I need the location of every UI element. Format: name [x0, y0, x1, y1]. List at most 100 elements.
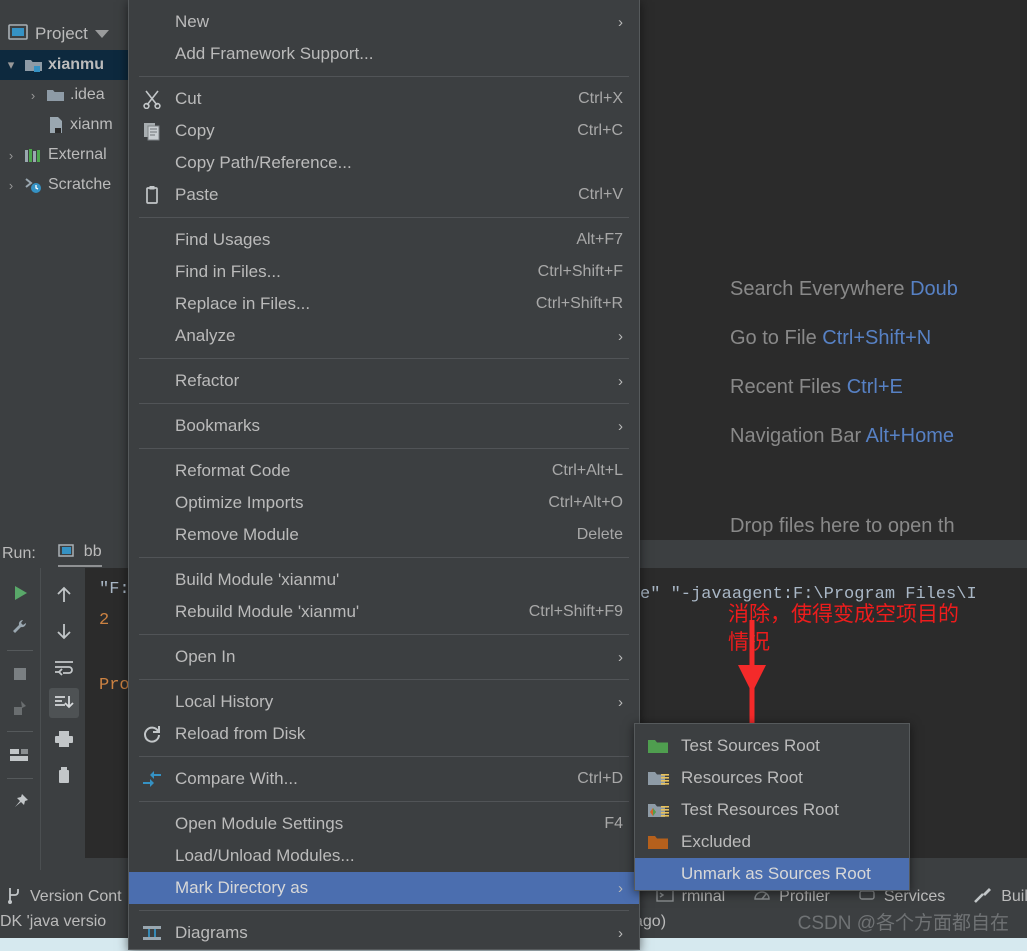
menu-item-refactor[interactable]: Refactor › — [129, 365, 639, 397]
scissors-icon — [129, 89, 175, 109]
pin-icon[interactable] — [5, 787, 35, 817]
menu-item-local-history[interactable]: Local History › — [129, 686, 639, 718]
print-icon[interactable] — [49, 724, 79, 754]
trash-icon[interactable] — [49, 760, 79, 790]
menu-separator — [139, 358, 629, 359]
stop-all-icon[interactable] — [5, 693, 35, 723]
menu-item-reload-from-disk[interactable]: Reload from Disk — [129, 718, 639, 750]
submenu-item-test-resources-root[interactable]: Test Resources Root — [635, 794, 909, 826]
hint-shortcut: Ctrl+E — [846, 376, 903, 398]
menu-item-compare-with[interactable]: Compare With... Ctrl+D — [129, 763, 639, 795]
hint-search-everywhere: Search Everywhere Doub — [730, 278, 1027, 301]
menu-item-copy-path-reference[interactable]: Copy Path/Reference... — [129, 147, 639, 179]
tree-item-idea[interactable]: › .idea — [0, 80, 128, 110]
menu-item-open-module-settings[interactable]: Open Module Settings F4 — [129, 808, 639, 840]
menu-item-shortcut: Ctrl+C — [577, 122, 623, 139]
menu-separator — [139, 557, 629, 558]
run-config-icon — [58, 542, 77, 563]
menu-item-label: Optimize Imports — [175, 493, 304, 512]
menu-item-analyze[interactable]: Analyze › — [129, 320, 639, 352]
menu-item-label: Rebuild Module 'xianmu' — [175, 602, 360, 621]
menu-separator — [139, 756, 629, 757]
submenu-item-unmark-as-sources-root[interactable]: Unmark as Sources Root — [635, 858, 909, 890]
run-tab-bb[interactable]: bb — [57, 542, 102, 567]
editor-hints: Search Everywhere Doub Go to File Ctrl+S… — [730, 278, 1027, 474]
menu-item-label: Copy Path/Reference... — [175, 153, 352, 172]
menu-item-reformat-code[interactable]: Reformat Code Ctrl+Alt+L — [129, 455, 639, 487]
soft-wrap-icon[interactable] — [49, 652, 79, 682]
menu-item-new[interactable]: New › — [129, 6, 639, 38]
menu-item-replace-in-files[interactable]: Replace in Files... Ctrl+Shift+R — [129, 288, 639, 320]
chevron-right-icon: › — [618, 417, 623, 435]
mark-directory-submenu: Test Sources Root Resources Root Test Re… — [634, 723, 910, 891]
hint-label: Search Everywhere — [730, 278, 905, 300]
menu-item-open-in[interactable]: Open In › — [129, 641, 639, 673]
run-window-label: Run: — [2, 545, 36, 562]
down-arrow-icon[interactable] — [49, 616, 79, 646]
menu-item-label: Open In — [175, 647, 236, 666]
menu-item-shortcut: Delete — [576, 526, 623, 543]
menu-item-label: Load/Unload Modules... — [175, 846, 355, 865]
menu-item-shortcut: Ctrl+X — [578, 90, 623, 107]
menu-item-label: Find Usages — [175, 230, 271, 249]
menu-item-label: Cut — [175, 89, 202, 108]
tree-item-external-libraries[interactable]: › External — [0, 140, 128, 170]
chevron-right-icon[interactable]: › — [22, 88, 44, 103]
submenu-item-label: Unmark as Sources Root — [681, 864, 871, 883]
context-menu: New › Add Framework Support... Cut Ctrl+… — [128, 0, 640, 950]
menu-item-find-usages[interactable]: Find Usages Alt+F7 — [129, 224, 639, 256]
submenu-item-excluded[interactable]: Excluded — [635, 826, 909, 858]
chevron-right-icon[interactable]: › — [0, 148, 22, 163]
menu-item-label: Bookmarks — [175, 416, 261, 435]
submenu-item-resources-root[interactable]: Resources Root — [635, 762, 909, 794]
submenu-item-label: Resources Root — [681, 768, 803, 787]
up-arrow-icon[interactable] — [49, 580, 79, 610]
menu-item-load-unload-modules[interactable]: Load/Unload Modules... — [129, 840, 639, 872]
chevron-right-icon: › — [618, 879, 623, 897]
menu-item-diagrams[interactable]: Diagrams › — [129, 917, 639, 949]
chevron-right-icon[interactable]: › — [0, 178, 22, 193]
menu-item-bookmarks[interactable]: Bookmarks › — [129, 410, 639, 442]
tree-item-scratches[interactable]: › Scratche — [0, 170, 128, 200]
tree-item-iml-file[interactable]: xianm — [0, 110, 128, 140]
menu-item-mark-directory-as[interactable]: Mark Directory as › — [129, 872, 639, 904]
chevron-right-icon: › — [618, 13, 623, 31]
scroll-to-end-icon[interactable] — [48, 688, 79, 718]
bottom-tab-label: Build — [1001, 888, 1027, 905]
menu-item-rebuild-module[interactable]: Rebuild Module 'xianmu' Ctrl+Shift+F9 — [129, 596, 639, 628]
hint-shortcut: Doub — [910, 278, 958, 300]
menu-item-build-module[interactable]: Build Module 'xianmu' — [129, 564, 639, 596]
menu-item-add-framework-support[interactable]: Add Framework Support... — [129, 38, 639, 70]
menu-item-label: Remove Module — [175, 525, 299, 544]
tree-item-label: Scratche — [48, 176, 112, 193]
chevron-expanded-icon[interactable]: ▾ — [0, 57, 22, 73]
layout-icon[interactable] — [5, 740, 35, 770]
menu-item-find-in-files[interactable]: Find in Files... Ctrl+Shift+F — [129, 256, 639, 288]
menu-item-copy[interactable]: Copy Ctrl+C — [129, 115, 639, 147]
toolbar-divider — [7, 731, 33, 732]
menu-item-optimize-imports[interactable]: Optimize Imports Ctrl+Alt+O — [129, 487, 639, 519]
rerun-icon[interactable] — [5, 578, 35, 608]
chevron-down-icon[interactable] — [94, 30, 109, 38]
menu-item-label: Build Module 'xianmu' — [175, 570, 340, 589]
edit-configurations-icon[interactable] — [5, 612, 35, 642]
bottom-tab-label: Version Cont — [30, 888, 122, 905]
submenu-item-test-sources-root[interactable]: Test Sources Root — [635, 730, 909, 762]
project-panel-title-row[interactable]: Project — [0, 18, 128, 50]
menu-item-paste[interactable]: Paste Ctrl+V — [129, 179, 639, 211]
project-panel-header — [0, 0, 128, 19]
menu-item-shortcut: Ctrl+V — [578, 186, 623, 203]
ide-window: Search Everywhere Doub Go to File Ctrl+S… — [0, 0, 1027, 951]
menu-item-shortcut: Ctrl+Alt+O — [548, 494, 623, 511]
drop-files-hint: Drop files here to open th — [730, 515, 955, 537]
tree-item-xianmu[interactable]: ▾ xianmu — [0, 50, 128, 80]
csdn-watermark: CSDN @各个方面都自在 — [797, 913, 1009, 934]
menu-item-label: Mark Directory as — [175, 878, 309, 897]
toolbar-divider — [7, 778, 33, 779]
menu-item-label: Refactor — [175, 371, 240, 390]
stop-icon[interactable] — [5, 659, 35, 689]
chevron-right-icon: › — [618, 924, 623, 942]
menu-item-remove-module[interactable]: Remove Module Delete — [129, 519, 639, 551]
run-secondary-toolbar — [40, 568, 86, 870]
menu-item-cut[interactable]: Cut Ctrl+X — [129, 83, 639, 115]
